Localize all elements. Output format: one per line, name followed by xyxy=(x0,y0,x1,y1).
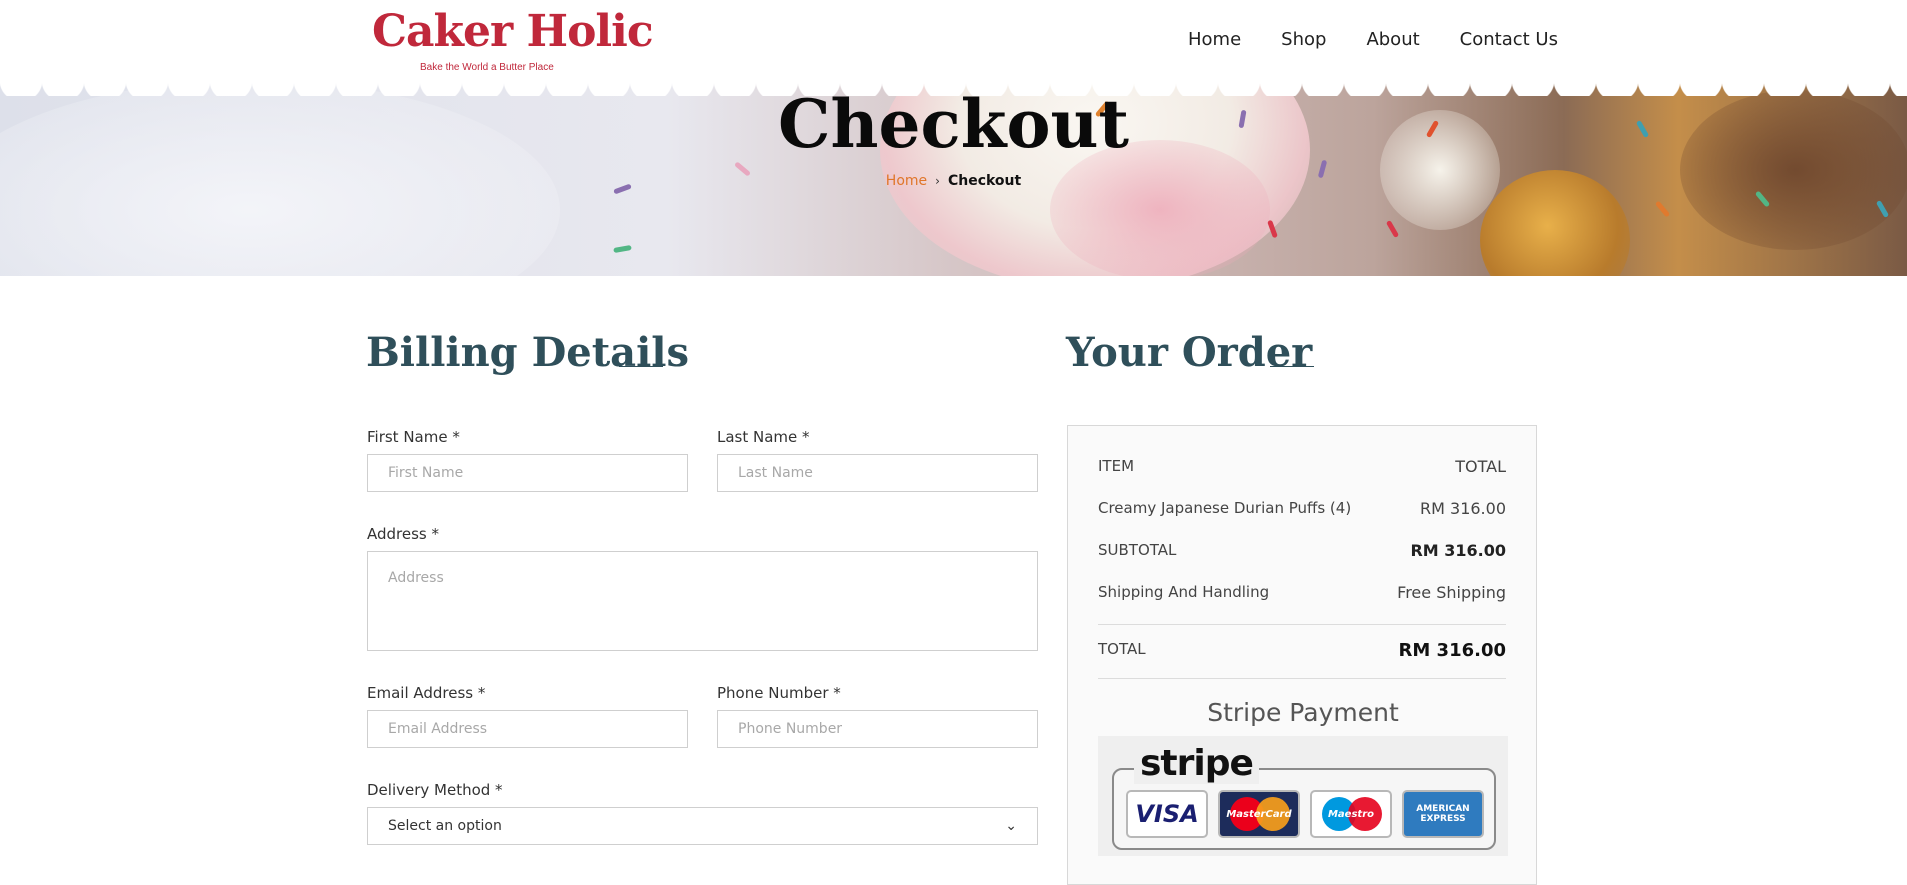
breadcrumb: Home › Checkout xyxy=(0,173,1907,189)
main-nav: Home Shop About Contact Us xyxy=(1188,29,1558,50)
shipping-label: Shipping And Handling xyxy=(1098,583,1270,601)
nav-home[interactable]: Home xyxy=(1188,29,1241,50)
delivery-method-select[interactable]: Select an option ⌄ xyxy=(367,807,1038,845)
shipping-row: Shipping And Handling Free Shipping xyxy=(1098,583,1506,602)
stripe-payment-badge[interactable]: stripe VISA MasterCard Maestro AMERICAN … xyxy=(1098,736,1508,856)
item-name: Creamy Japanese Durian Puffs (4) xyxy=(1098,499,1352,517)
total-row: TOTAL RM 316.00 xyxy=(1098,640,1506,661)
payment-title: Stripe Payment xyxy=(1207,698,1399,727)
maestro-card-icon: Maestro xyxy=(1310,790,1392,838)
stripe-logo: stripe xyxy=(1134,744,1259,784)
breadcrumb-home-link[interactable]: Home xyxy=(886,173,927,189)
address-label: Address * xyxy=(367,525,440,543)
shipping-value: Free Shipping xyxy=(1397,583,1506,602)
email-label: Email Address * xyxy=(367,684,486,702)
last-name-label: Last Name * xyxy=(717,428,810,446)
site-header: Caker Holic Bake the World a Butter Plac… xyxy=(0,0,1907,80)
nav-contact-us[interactable]: Contact Us xyxy=(1460,29,1558,50)
page-title: Checkout xyxy=(778,85,1129,163)
divider xyxy=(1098,678,1506,679)
order-heading: Your Order xyxy=(1066,329,1313,376)
nav-about[interactable]: About xyxy=(1366,29,1419,50)
divider xyxy=(1098,624,1506,625)
phone-label: Phone Number * xyxy=(717,684,841,702)
first-name-input[interactable] xyxy=(367,454,688,492)
address-textarea[interactable] xyxy=(367,551,1038,651)
heading-underline xyxy=(1270,366,1314,367)
breadcrumb-current: Checkout xyxy=(947,173,1022,189)
logo-tagline: Bake the World a Butter Place xyxy=(420,62,554,73)
chevron-right-icon: › xyxy=(935,174,940,188)
item-header: ITEM xyxy=(1098,457,1135,475)
heading-underline xyxy=(619,366,663,367)
mastercard-icon: MasterCard xyxy=(1218,790,1300,838)
scallop-edge xyxy=(0,80,1907,96)
order-item-row: Creamy Japanese Durian Puffs (4) RM 316.… xyxy=(1098,499,1506,518)
logo-title: Caker Holic xyxy=(372,6,654,57)
total-label: TOTAL xyxy=(1098,640,1146,658)
subtotal-label: SUBTOTAL xyxy=(1098,541,1177,559)
visa-card-icon: VISA xyxy=(1126,790,1208,838)
chevron-down-icon: ⌄ xyxy=(1005,818,1017,834)
billing-heading: Billing Details xyxy=(366,329,690,376)
delivery-method-label: Delivery Method * xyxy=(367,781,503,799)
last-name-input[interactable] xyxy=(717,454,1038,492)
order-header-row: ITEM TOTAL xyxy=(1098,457,1506,476)
first-name-label: First Name * xyxy=(367,428,460,446)
order-summary: ITEM TOTAL Creamy Japanese Durian Puffs … xyxy=(1067,425,1537,885)
total-header: TOTAL xyxy=(1455,457,1506,476)
subtotal-row: SUBTOTAL RM 316.00 xyxy=(1098,541,1506,560)
amex-card-icon: AMERICAN EXPRESS xyxy=(1402,790,1484,838)
phone-input[interactable] xyxy=(717,710,1038,748)
item-price: RM 316.00 xyxy=(1420,499,1506,518)
subtotal-value: RM 316.00 xyxy=(1410,541,1506,560)
logo[interactable]: Caker Holic Bake the World a Butter Plac… xyxy=(372,4,654,73)
total-value: RM 316.00 xyxy=(1398,640,1507,661)
nav-shop[interactable]: Shop xyxy=(1281,29,1326,50)
delivery-method-value: Select an option xyxy=(388,818,502,834)
email-input[interactable] xyxy=(367,710,688,748)
